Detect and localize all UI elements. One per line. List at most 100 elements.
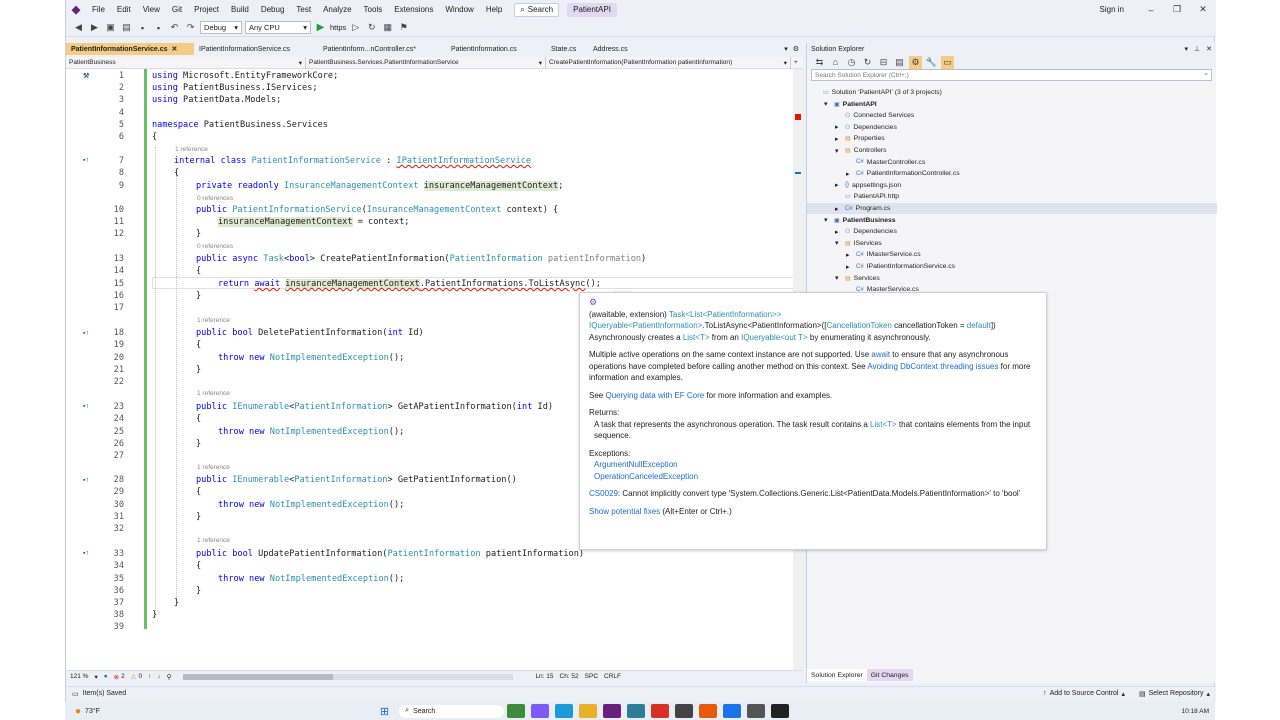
- codelens-references[interactable]: 1 reference: [197, 464, 230, 471]
- tree-item[interactable]: C# MasterController.cs: [846, 157, 925, 168]
- codelens-references[interactable]: 1 reference: [175, 146, 208, 153]
- show-potential-fixes-link[interactable]: Show potential fixes: [589, 507, 660, 516]
- await-link[interactable]: await: [871, 350, 890, 359]
- back-icon[interactable]: ◀: [72, 21, 85, 34]
- tab-patientinformationservice[interactable]: PatientInformationService.cs ✕: [66, 43, 194, 55]
- weather-temp[interactable]: 73°F: [85, 708, 100, 715]
- save-all-icon[interactable]: ▪: [152, 21, 165, 34]
- whitespace-mode[interactable]: SPC: [585, 673, 598, 680]
- tab-git-changes[interactable]: Git Changes: [866, 669, 913, 681]
- expander-icon[interactable]: ▸: [846, 251, 853, 259]
- start-icon[interactable]: ⊞: [380, 705, 389, 718]
- menu-tools[interactable]: Tools: [358, 0, 389, 19]
- menu-file[interactable]: File: [86, 0, 111, 19]
- undo-icon[interactable]: ↶: [168, 21, 181, 34]
- tool-icon[interactable]: ▦: [381, 21, 394, 34]
- tree-item[interactable]: ▸ C# IPatientInformationService.cs: [846, 261, 955, 272]
- member-dropdown[interactable]: CreatePatientInformation(PatientInformat…: [546, 56, 791, 69]
- close-icon[interactable]: ✕: [171, 45, 177, 53]
- configuration-dropdown[interactable]: Debug ▾: [200, 21, 242, 34]
- platform-dropdown[interactable]: Any CPU ▾: [245, 21, 311, 34]
- menu-edit[interactable]: Edit: [111, 0, 137, 19]
- implementation-icon[interactable]: ▪↑: [83, 550, 89, 557]
- cursor-line[interactable]: Ln: 15: [535, 673, 553, 680]
- tab-solution-explorer[interactable]: Solution Explorer: [807, 669, 867, 681]
- taskbar-search[interactable]: ⌕ Search: [399, 704, 505, 718]
- argument-null-exception-link[interactable]: ArgumentNullException: [589, 459, 1037, 471]
- open-icon[interactable]: ▤: [120, 21, 133, 34]
- error-count[interactable]: ⊗ 2: [114, 673, 125, 681]
- chrome-icon[interactable]: [651, 704, 670, 718]
- tree-item[interactable]: ▸ C# Program.cs: [807, 203, 1217, 214]
- quick-action-icon[interactable]: ⚒: [83, 72, 89, 80]
- operation-canceled-exception-link[interactable]: OperationCanceledException: [589, 471, 1037, 483]
- tree-item[interactable]: ▾ ▤ IServices: [835, 238, 882, 249]
- tree-item[interactable]: ▸ ▤ Properties: [835, 133, 885, 144]
- terminal-icon[interactable]: [771, 704, 790, 718]
- collapse-icon[interactable]: ⊟: [877, 56, 890, 69]
- close-icon[interactable]: ✕: [1190, 4, 1216, 15]
- menu-project[interactable]: Project: [188, 0, 225, 19]
- tab-overflow-icon[interactable]: ▾: [784, 45, 788, 53]
- file-explorer-icon[interactable]: [579, 704, 598, 718]
- tree-item[interactable]: ▸ C# IMasterService.cs: [846, 249, 921, 260]
- clock[interactable]: 10:18 AM: [1182, 708, 1209, 715]
- tree-item[interactable]: ▸ C# PatientInformationController.cs: [846, 168, 960, 179]
- warning-count[interactable]: ⚠ 0: [131, 673, 142, 681]
- codelens-references[interactable]: 1 reference: [197, 390, 230, 397]
- project-dropdown[interactable]: PatientBusiness ▾: [66, 56, 306, 69]
- implementation-icon[interactable]: ▪↑: [83, 330, 89, 337]
- expander-icon[interactable]: ▸: [835, 181, 842, 189]
- postman-icon[interactable]: [699, 704, 718, 718]
- down-arrow-icon[interactable]: ↓: [157, 673, 160, 680]
- sync-icon[interactable]: ⇆: [813, 56, 826, 69]
- scroll-thumb[interactable]: [183, 673, 334, 680]
- tree-item[interactable]: ▭ Solution 'PatientAPI' (3 of 3 projects): [813, 87, 942, 98]
- expander-icon[interactable]: ▸: [846, 263, 853, 271]
- app-icon[interactable]: [675, 704, 694, 718]
- implementation-icon[interactable]: ▪↑: [83, 403, 89, 410]
- dropdown-icon[interactable]: ▾: [1185, 45, 1189, 53]
- zoom-icon[interactable]: [723, 704, 742, 718]
- menu-test[interactable]: Test: [290, 0, 317, 19]
- app-icon[interactable]: [747, 704, 766, 718]
- tree-item[interactable]: ▾ ▤ Services: [835, 273, 880, 284]
- menu-analyze[interactable]: Analyze: [317, 0, 357, 19]
- run-profile-label[interactable]: https: [330, 23, 346, 32]
- menu-extensions[interactable]: Extensions: [388, 0, 439, 19]
- expander-icon[interactable]: ▾: [824, 100, 831, 108]
- home-icon[interactable]: ⌂: [829, 56, 842, 69]
- menu-git[interactable]: Git: [166, 0, 188, 19]
- codelens-references[interactable]: 0 references: [197, 195, 233, 202]
- minimize-icon[interactable]: –: [1138, 5, 1164, 15]
- menu-build[interactable]: Build: [225, 0, 255, 19]
- expander-icon[interactable]: ▸: [846, 170, 853, 178]
- menu-help[interactable]: Help: [480, 0, 508, 19]
- filter-icon[interactable]: ⚙: [909, 55, 922, 69]
- properties-icon[interactable]: 🔧: [925, 56, 938, 69]
- implementation-icon[interactable]: ▪↑: [83, 157, 89, 164]
- sign-in-link[interactable]: Sign in: [1100, 5, 1138, 14]
- tab-ipatientinformationservice[interactable]: IPatientInformationService.cs: [194, 43, 318, 55]
- expander-icon[interactable]: ▾: [824, 216, 831, 224]
- codelens-references[interactable]: 1 reference: [197, 317, 230, 324]
- app-icon[interactable]: [531, 704, 550, 718]
- up-arrow-icon[interactable]: ↑: [148, 673, 151, 680]
- preview-icon[interactable]: ▭: [941, 55, 954, 69]
- show-all-files-icon[interactable]: ▤: [893, 56, 906, 69]
- refresh-icon[interactable]: ↻: [861, 56, 874, 69]
- expander-icon[interactable]: ▸: [835, 228, 842, 236]
- error-code-link[interactable]: CS0029: [589, 489, 618, 498]
- run-icon[interactable]: ▶: [314, 21, 327, 34]
- run-without-debug-icon[interactable]: ▷: [349, 21, 362, 34]
- bookmark-icon[interactable]: ⚑: [397, 21, 410, 34]
- querying-data-link[interactable]: Querying data with EF Core: [605, 391, 704, 400]
- codelens-references[interactable]: 0 references: [197, 243, 233, 250]
- edge-icon[interactable]: [555, 704, 574, 718]
- solution-search-input[interactable]: Search Solution Explorer (Ctrl+;) ⌕: [811, 69, 1212, 81]
- cursor-column[interactable]: Ch: 52: [560, 673, 579, 680]
- tab-state[interactable]: State.cs: [546, 43, 588, 55]
- split-icon[interactable]: +: [791, 59, 798, 66]
- new-project-icon[interactable]: ▣: [104, 21, 117, 34]
- app-icon[interactable]: [627, 704, 646, 718]
